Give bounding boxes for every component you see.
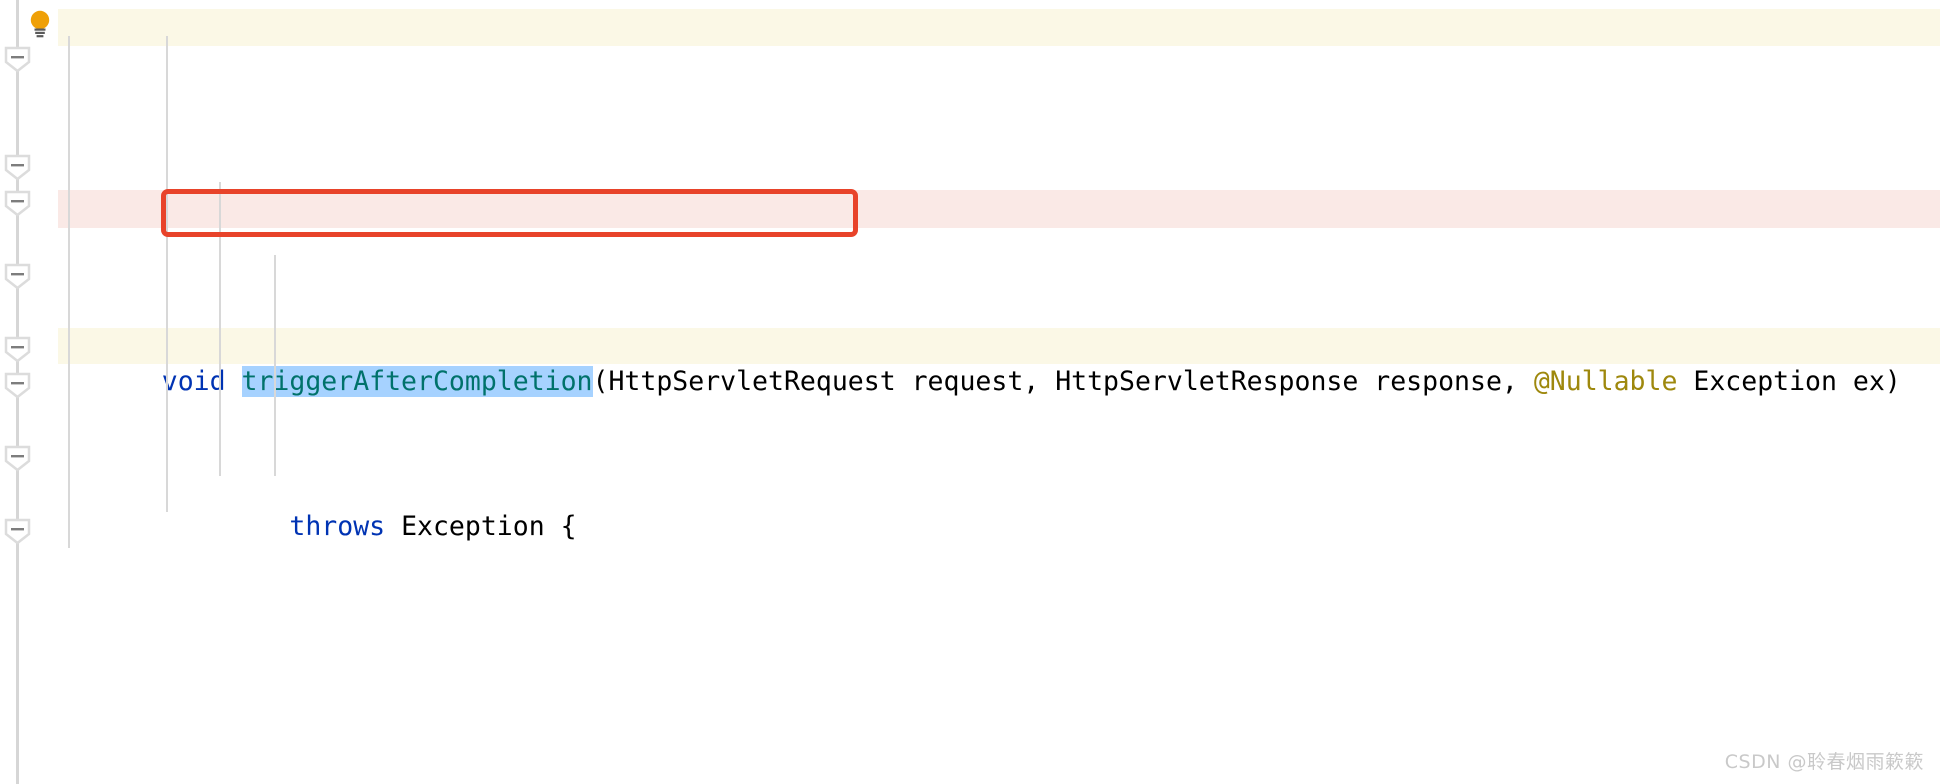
fold-marker[interactable]: [4, 372, 31, 399]
fold-marker[interactable]: [4, 518, 31, 545]
fold-marker[interactable]: [4, 336, 31, 363]
token-keyword: void: [161, 366, 242, 398]
lightbulb-icon[interactable]: [29, 10, 51, 38]
code-line[interactable]: HandlerInterceptor[] interceptors = getI…: [58, 764, 1940, 784]
token-params: (HttpServletRequest request, HttpServlet…: [592, 366, 1534, 398]
fold-marker[interactable]: [4, 263, 31, 290]
code-line-blank[interactable]: [58, 618, 1940, 654]
indent-guide: [68, 36, 70, 548]
code-line[interactable]: void triggerAfterCompletion(HttpServletR…: [58, 327, 1940, 398]
fold-marker[interactable]: [4, 46, 31, 73]
indent-guide: [274, 255, 276, 476]
editor-gutter[interactable]: [0, 0, 58, 784]
token-method-declaration[interactable]: triggerAfterCompletion: [241, 366, 593, 398]
token-params-tail: Exception ex): [1677, 366, 1901, 398]
fold-marker[interactable]: [4, 190, 31, 217]
token-keyword: throws: [289, 511, 386, 543]
fold-marker[interactable]: [4, 445, 31, 472]
watermark: CSDN @聆春烟雨簌簌: [1724, 751, 1924, 773]
code-line[interactable]: throws Exception {: [58, 473, 1940, 542]
fold-marker[interactable]: [4, 154, 31, 181]
code-content[interactable]: void triggerAfterCompletion(HttpServletR…: [58, 0, 1940, 784]
token-annotation: @Nullable: [1533, 366, 1678, 398]
indent-guide: [166, 36, 168, 512]
code-editor[interactable]: void triggerAfterCompletion(HttpServletR…: [0, 0, 1940, 784]
indent-guide: [219, 182, 221, 476]
token-text: Exception {: [385, 511, 577, 543]
